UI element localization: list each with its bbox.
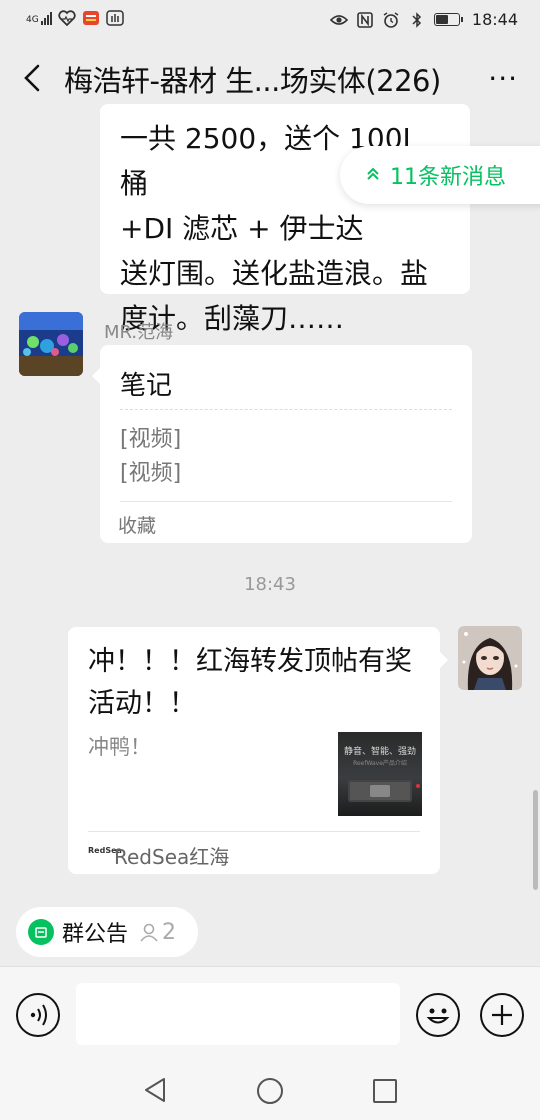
battery-level [435, 15, 448, 24]
message-timestamp: 18:43 [244, 574, 296, 595]
link-description: 冲鸭！ [88, 735, 151, 759]
chevron-left-icon [24, 64, 40, 92]
status-bar: 4G 18:44 [0, 0, 540, 40]
link-footer-divider [88, 831, 420, 832]
new-messages-label: 11条新消息 [390, 165, 506, 190]
group-notice-chip[interactable]: 群公告 2 [16, 907, 198, 957]
status-right: 18:44 [329, 10, 518, 29]
chat-title[interactable]: 梅浩轩-器材 生...场实体(226) [64, 58, 441, 100]
nav-home-icon[interactable] [257, 1078, 283, 1104]
thumbnail-subtext: ReefWave产品介绍 [353, 760, 407, 767]
note-line: [视频] [120, 427, 182, 452]
bubble-tail [439, 651, 448, 669]
thumbnail-dot [416, 784, 420, 788]
person-icon [140, 923, 158, 942]
group-notice-label: 群公告 [62, 922, 129, 947]
more-button[interactable]: ··· [488, 62, 518, 95]
note-title: 笔记 [120, 371, 173, 401]
more-dots-icon: ··· [488, 62, 518, 95]
my-avatar[interactable] [458, 626, 522, 690]
link-card-bubble[interactable]: 冲！！！红海转发顶帖有奖活动！！ 冲鸭！ 静音、智能、强劲 ReefWave产品… [68, 627, 448, 874]
plus-icon [492, 1005, 512, 1025]
note-divider [120, 409, 452, 410]
notice-icon [28, 919, 54, 945]
link-title: 冲！！！红海转发顶帖有奖活动！！ [88, 646, 412, 719]
status-time: 18:44 [471, 10, 518, 29]
battery-icon [433, 13, 463, 26]
nav-recent-icon[interactable] [373, 1079, 397, 1103]
back-button[interactable] [18, 62, 48, 94]
note-line: [视频] [120, 461, 182, 486]
signal-icon: 4G [26, 11, 52, 25]
double-chevron-up-icon [366, 167, 380, 183]
sender-avatar[interactable] [19, 312, 83, 376]
note-card-bubble[interactable]: 笔记 [视频] [视频] 收藏 [92, 345, 472, 543]
emoji-icon [426, 1008, 450, 1024]
alarm-icon [382, 11, 400, 28]
note-source: 收藏 [118, 515, 157, 537]
voice-button[interactable] [16, 993, 60, 1037]
chat-scrollbar[interactable] [533, 790, 538, 890]
voice-icon [30, 1004, 47, 1026]
note-footer-divider [120, 501, 452, 502]
product-image [348, 780, 412, 802]
group-notice-count: 2 [138, 920, 176, 945]
bluetooth-icon [408, 11, 426, 28]
group-notice-number: 2 [162, 919, 177, 945]
nfc-icon [356, 11, 374, 28]
link-thumbnail: 静音、智能、强劲 ReefWave产品介绍 [338, 732, 422, 816]
app-notification-icon [82, 10, 100, 26]
system-nav-bar [0, 1062, 540, 1120]
sender-name: MR.范海 [104, 322, 174, 343]
plus-button[interactable] [480, 993, 524, 1037]
emoji-button[interactable] [416, 993, 460, 1037]
nav-back-icon [145, 1078, 165, 1102]
eye-icon [329, 12, 349, 28]
thumbnail-text: 静音、智能、强劲 [343, 747, 416, 757]
message-input[interactable] [76, 983, 400, 1045]
input-bar [0, 966, 540, 1062]
heart-app-icon [58, 10, 76, 27]
message-line: 送灯围。送化盐造浪。盐 [120, 257, 429, 290]
link-source: RedSea红海 [114, 845, 230, 869]
nav-back-button[interactable] [142, 1076, 168, 1104]
network-type: 4G [26, 15, 39, 25]
status-left: 4G [26, 10, 124, 27]
bubble-tail [92, 367, 101, 385]
hand-app-icon [105, 10, 124, 26]
new-messages-button[interactable]: 11条新消息 [340, 146, 540, 204]
message-line: +DI 滤芯 + 伊士达 [120, 212, 364, 245]
